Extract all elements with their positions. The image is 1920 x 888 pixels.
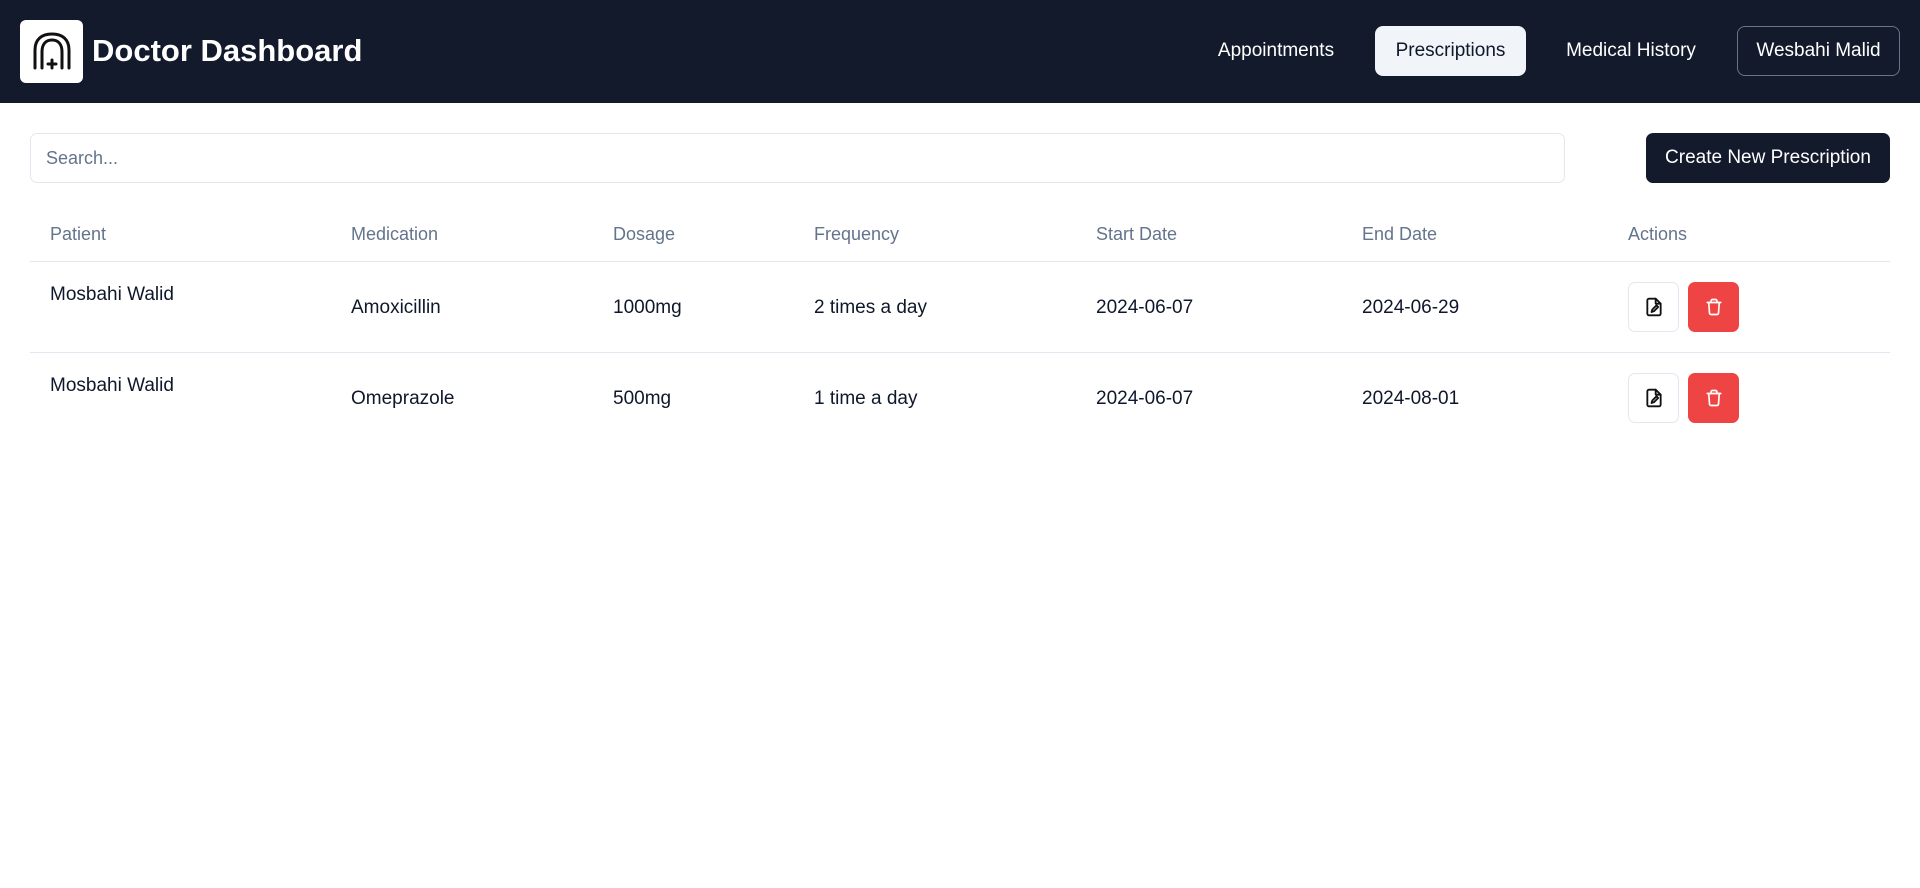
column-header-dosage: Dosage [613, 224, 676, 244]
cell-patient: Mosbahi Walid [50, 375, 174, 396]
cell-frequency: 1 time a day [814, 388, 918, 409]
cell-dosage: 500mg [613, 388, 672, 409]
cell-patient: Mosbahi Walid [50, 284, 174, 305]
column-header-patient: Patient [50, 224, 107, 244]
delete-prescription-button[interactable] [1688, 282, 1739, 332]
nav-medical-history-button[interactable]: Medical History [1547, 26, 1715, 76]
nav-appointments-button[interactable]: Appointments [1200, 26, 1352, 76]
cell-start-date: 2024-06-07 [1096, 388, 1194, 409]
user-menu-button[interactable]: Wesbahi Malid [1737, 26, 1900, 76]
column-header-actions: Actions [1628, 224, 1688, 244]
table-row: Mosbahi Walid Omeprazole 500mg 1 time a … [30, 353, 1890, 444]
delete-prescription-button[interactable] [1688, 373, 1739, 423]
app-title: Doctor Dashboard [92, 33, 363, 68]
column-header-frequency: Frequency [814, 224, 900, 244]
column-header-medication: Medication [351, 224, 439, 244]
trash-icon [1705, 389, 1722, 407]
cell-frequency: 2 times a day [814, 297, 927, 318]
nav-prescriptions-button[interactable]: Prescriptions [1375, 26, 1526, 76]
edit-prescription-button[interactable] [1628, 282, 1679, 332]
top-navbar: Doctor Dashboard Appointments Prescripti… [0, 0, 1920, 103]
prescriptions-table: Patient Medication Dosage Frequency Star… [30, 206, 1890, 444]
search-input[interactable] [30, 133, 1565, 183]
create-prescription-button[interactable]: Create New Prescription [1646, 133, 1890, 183]
cell-end-date: 2024-06-29 [1362, 297, 1460, 318]
table-row: Mosbahi Walid Amoxicillin 1000mg 2 times… [30, 262, 1890, 353]
column-header-start-date: Start Date [1096, 224, 1178, 244]
column-header-end-date: End Date [1362, 224, 1438, 244]
cell-end-date: 2024-08-01 [1362, 388, 1460, 409]
medical-arch-icon [33, 32, 70, 69]
cell-medication: Omeprazole [351, 388, 455, 409]
file-edit-icon [1645, 388, 1662, 408]
file-edit-icon [1645, 297, 1662, 317]
trash-icon [1705, 298, 1722, 316]
cell-medication: Amoxicillin [351, 297, 441, 318]
app-logo[interactable] [20, 20, 83, 83]
cell-start-date: 2024-06-07 [1096, 297, 1194, 318]
table-header-row: Patient Medication Dosage Frequency Star… [30, 206, 1890, 262]
cell-dosage: 1000mg [613, 297, 682, 318]
edit-prescription-button[interactable] [1628, 373, 1679, 423]
